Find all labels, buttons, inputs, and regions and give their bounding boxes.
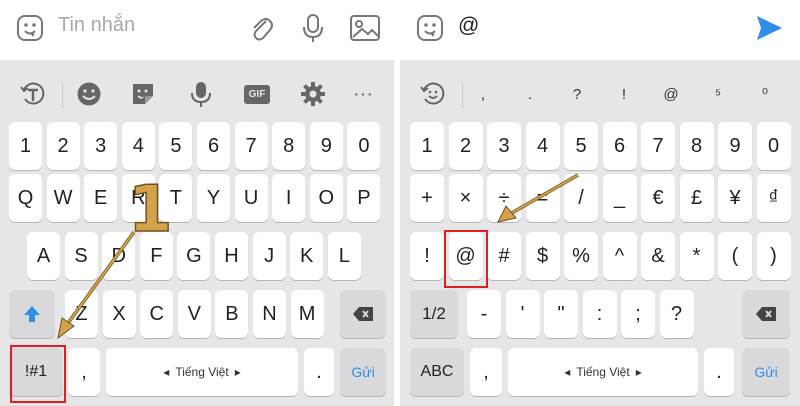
keyboard-screen-symbols: @ ,.?! @ ⁵ ⁰ 1 2 3 4 5 6 7 8 9 0 + × ÷ = / _ € £ ¥ ₫! @ # $% ^ & *() 1…: [400, 0, 800, 406]
at-key-highlight: [444, 230, 488, 288]
keyboard-screen-letters: Tin nhắn GIF ··· 1234 5 6 7 8 9 0 Q W E …: [0, 0, 394, 406]
sym-key-highlight: [10, 345, 66, 403]
arrow-2: [497, 173, 579, 223]
